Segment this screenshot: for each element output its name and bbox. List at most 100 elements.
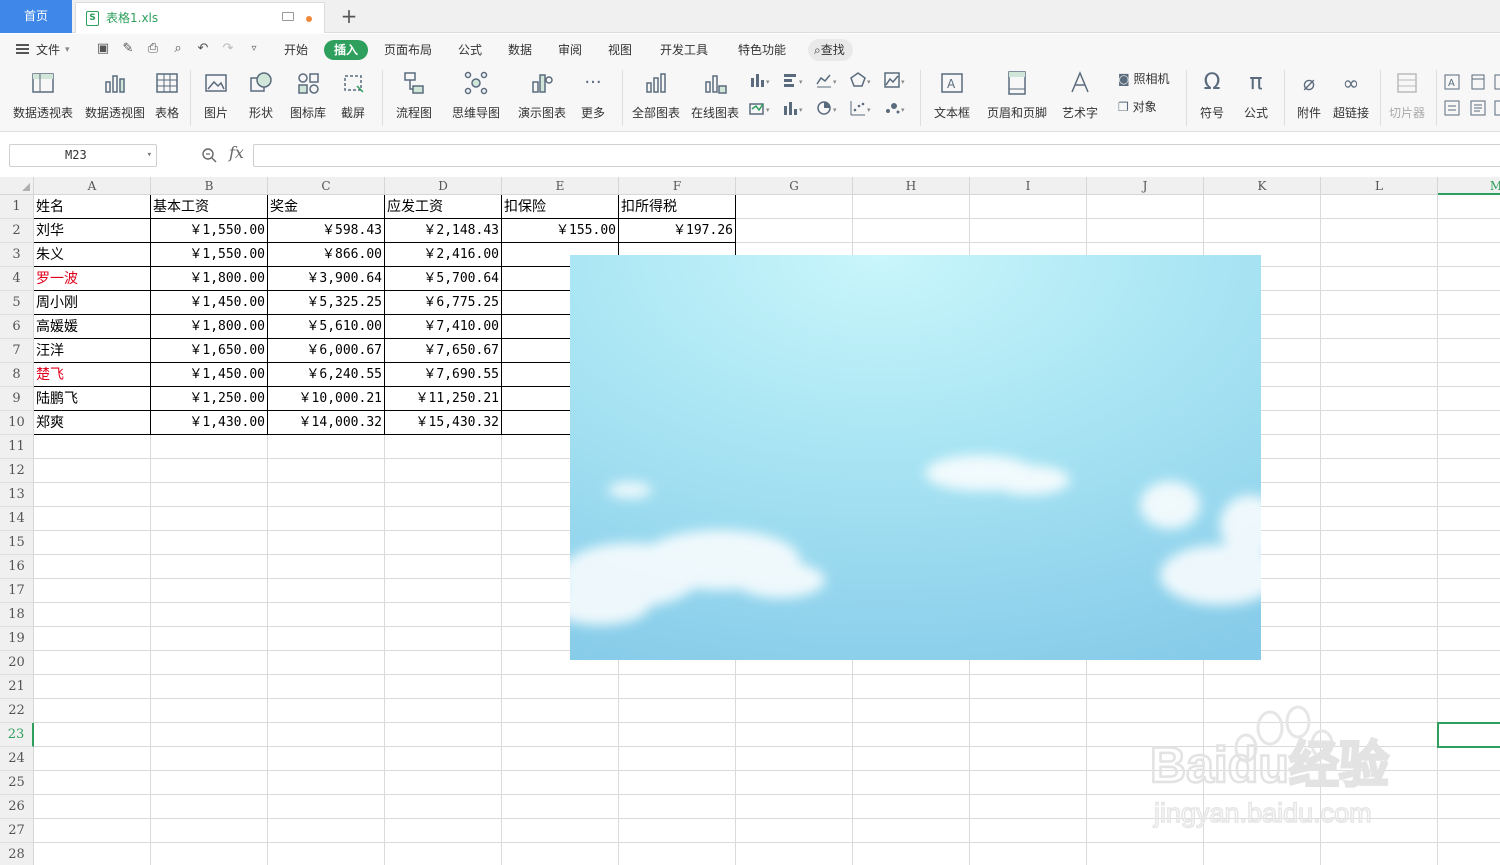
row-header-16[interactable]: 16 [0,555,34,579]
row-header-23[interactable]: 23 [0,723,34,747]
row-header-14[interactable]: 14 [0,507,34,531]
column-header-m[interactable]: M [1438,177,1500,195]
row-header-24[interactable]: 24 [0,747,34,771]
line-chart-icon[interactable]: ▾ [816,72,837,88]
column-header-c[interactable]: C [268,177,385,195]
format-painter-icon[interactable]: ✎ [121,42,135,56]
row-header-17[interactable]: 17 [0,579,34,603]
row-header-21[interactable]: 21 [0,675,34,699]
row-header-19[interactable]: 19 [0,627,34,651]
row-header-2[interactable]: 2 [0,219,34,243]
pivot-chart-button[interactable]: 数据透视图 [82,70,148,126]
search-button[interactable]: ⌕查找 [808,39,853,61]
new-tab-button[interactable]: + [338,3,360,29]
row-header-3[interactable]: 3 [0,243,34,267]
small-textbox-icon[interactable]: A [1444,74,1462,90]
column-header-g[interactable]: G [736,177,853,195]
flowchart-button[interactable]: 流程图 [390,70,438,126]
column-header-e[interactable]: E [502,177,619,195]
combo-chart-icon[interactable]: ▾ [782,100,803,116]
hamburger-icon[interactable] [16,44,29,54]
textbox-button[interactable]: A 文本框 [928,70,976,126]
radar-chart-icon[interactable]: ▾ [850,72,871,88]
wordart-button[interactable]: 艺术字 [1056,70,1104,126]
row-header-22[interactable]: 22 [0,699,34,723]
demo-chart-button[interactable]: 演示图表 [516,70,568,126]
row-header-26[interactable]: 26 [0,795,34,819]
column-header-f[interactable]: F [619,177,736,195]
row-header-18[interactable]: 18 [0,603,34,627]
small-doc-icon[interactable] [1470,100,1488,116]
more-button[interactable]: ··· 更多 [574,70,612,126]
menu-page-layout[interactable]: 页面布局 [384,40,432,60]
row-header-11[interactable]: 11 [0,435,34,459]
symbol-button[interactable]: Ω 符号 [1192,70,1232,126]
pivot-table-button[interactable]: 数据透视表 [10,70,76,126]
inserted-picture[interactable] [570,255,1261,660]
header-footer-button[interactable]: 页眉和页脚 [984,70,1050,126]
formula-input[interactable] [253,144,1500,167]
area-chart-icon[interactable]: ▾ [884,72,905,88]
print-icon[interactable]: ⎙ [146,42,160,56]
undo-icon[interactable]: ↶ [196,42,210,56]
select-all-corner[interactable] [0,177,34,195]
row-header-12[interactable]: 12 [0,459,34,483]
row-header-27[interactable]: 27 [0,819,34,843]
tab-document[interactable]: S 表格1.xls [75,2,325,33]
row-header-25[interactable]: 25 [0,771,34,795]
menu-review[interactable]: 审阅 [558,40,582,60]
column-header-l[interactable]: L [1321,177,1438,195]
menu-insert[interactable]: 插入 [324,40,369,60]
bubble-chart-icon[interactable]: ▾ [884,100,905,116]
menu-view[interactable]: 视图 [608,40,632,60]
row-header-13[interactable]: 13 [0,483,34,507]
small-list-icon[interactable] [1444,100,1462,116]
all-charts-button[interactable]: 全部图表 [630,70,682,126]
customize-toolbar-icon[interactable]: ▿ [247,42,261,56]
small-page-icon[interactable] [1470,74,1488,90]
name-box[interactable]: M23 ▾ [9,144,157,167]
tab-home[interactable]: 首页 [0,0,72,33]
display-icon[interactable] [282,12,294,21]
mindmap-button[interactable]: 思维导图 [446,70,506,126]
object-button[interactable]: ❐ 对象 [1118,98,1168,120]
formula-button[interactable]: π 公式 [1236,70,1276,126]
row-header-7[interactable]: 7 [0,339,34,363]
row-header-15[interactable]: 15 [0,531,34,555]
row-header-6[interactable]: 6 [0,315,34,339]
menu-formulas[interactable]: 公式 [458,40,482,60]
screenshot-button[interactable]: 截屏 [334,70,372,126]
row-header-10[interactable]: 10 [0,411,34,435]
zoom-icon[interactable] [201,147,217,163]
column-header-k[interactable]: K [1204,177,1321,195]
icon-library-button[interactable]: 图标库 [288,70,328,126]
row-header-8[interactable]: 8 [0,363,34,387]
bar-chart-horizontal-icon[interactable]: ▾ [782,72,803,88]
slicer-button[interactable]: 切片器 [1386,70,1428,126]
online-charts-button[interactable]: 在线图表 [688,70,742,126]
row-header-1[interactable]: 1 [0,195,34,219]
row-header-20[interactable]: 20 [0,651,34,675]
function-icon[interactable]: fx [229,143,244,162]
picture-button[interactable]: 图片 [198,70,234,126]
row-header-5[interactable]: 5 [0,291,34,315]
row-header-28[interactable]: 28 [0,843,34,865]
column-header-a[interactable]: A [34,177,151,195]
attachment-button[interactable]: ⌀ 附件 [1292,70,1326,126]
row-header-9[interactable]: 9 [0,387,34,411]
menu-home[interactable]: 开始 [284,40,308,60]
row-header-4[interactable]: 4 [0,267,34,291]
menu-developer[interactable]: 开发工具 [660,40,708,60]
hyperlink-button[interactable]: ∞ 超链接 [1330,70,1372,126]
scatter-chart-icon[interactable]: ▾ [850,100,871,116]
chevron-down-icon[interactable]: ▾ [65,40,70,60]
column-chart-icon[interactable]: ▾ [749,72,770,88]
menu-file[interactable]: 文件 [36,40,60,60]
menu-features[interactable]: 特色功能 [738,40,786,60]
chevron-down-icon[interactable]: ▾ [147,145,152,166]
column-header-h[interactable]: H [853,177,970,195]
column-header-d[interactable]: D [385,177,502,195]
small-box-icon[interactable] [1494,100,1500,116]
column-header-i[interactable]: I [970,177,1087,195]
table-button[interactable]: 表格 [152,70,182,126]
